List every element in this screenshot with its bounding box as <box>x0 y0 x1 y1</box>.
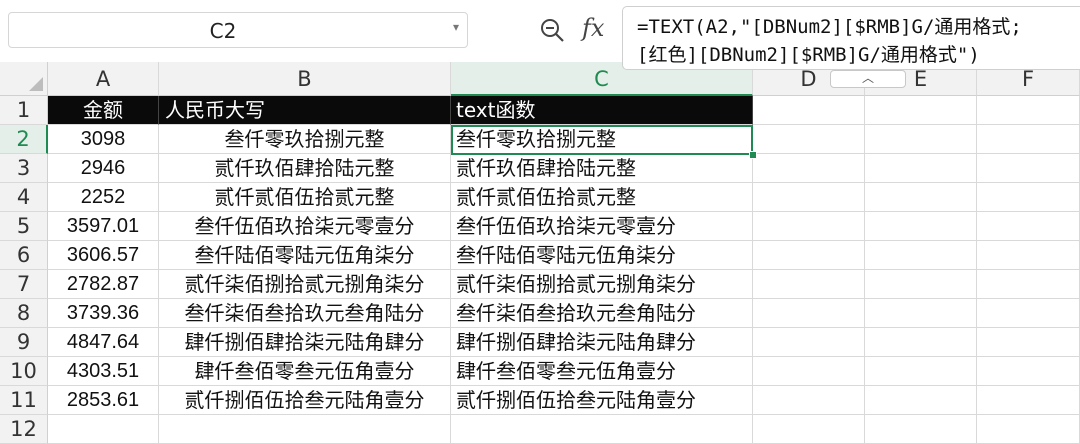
cell-E9[interactable] <box>865 328 977 357</box>
row-header-1[interactable]: 1 <box>0 96 48 125</box>
cell-A2[interactable]: 3098 <box>48 125 159 154</box>
cell-A4[interactable]: 2252 <box>48 183 159 212</box>
cell-E12[interactable] <box>865 415 977 444</box>
zoom-formula-icon[interactable] <box>538 16 568 46</box>
cell-F12[interactable] <box>977 415 1080 444</box>
cell-C3[interactable]: 贰仟玖佰肆拾陆元整 <box>451 154 753 183</box>
cell-B12[interactable] <box>159 415 451 444</box>
name-box-value: C2 <box>209 19 237 43</box>
cell-F8[interactable] <box>977 299 1080 328</box>
fx-icon[interactable]: fx <box>582 14 604 42</box>
cell-A6[interactable]: 3606.57 <box>48 241 159 270</box>
cell-E3[interactable] <box>865 154 977 183</box>
cell-F4[interactable] <box>977 183 1080 212</box>
cell-F1[interactable] <box>977 96 1080 125</box>
chevron-up-icon: ︿ <box>861 71 874 85</box>
cell-A8[interactable]: 3739.36 <box>48 299 159 328</box>
row-header-8[interactable]: 8 <box>0 299 48 328</box>
cell-B10[interactable]: 肆仟叁佰零叁元伍角壹分 <box>159 357 451 386</box>
cell-E8[interactable] <box>865 299 977 328</box>
formula-line-2: [红色][DBNum2][$RMB]G/通用格式") <box>637 44 980 66</box>
cell-C6[interactable]: 叁仟陆佰零陆元伍角柒分 <box>451 241 753 270</box>
row-header-12[interactable]: 12 <box>0 415 48 444</box>
cell-D7[interactable] <box>753 270 865 299</box>
formula-line-1: =TEXT(A2,"[DBNum2][$RMB]G/通用格式; <box>637 16 1022 38</box>
cell-B4[interactable]: 贰仟贰佰伍拾贰元整 <box>159 183 451 212</box>
cell-C4[interactable]: 贰仟贰佰伍拾贰元整 <box>451 183 753 212</box>
cell-A10[interactable]: 4303.51 <box>48 357 159 386</box>
fill-handle[interactable] <box>749 151 757 159</box>
row-header-7[interactable]: 7 <box>0 270 48 299</box>
cell-B6[interactable]: 叁仟陆佰零陆元伍角柒分 <box>159 241 451 270</box>
cell-D10[interactable] <box>753 357 865 386</box>
cell-A7[interactable]: 2782.87 <box>48 270 159 299</box>
row-header-11[interactable]: 11 <box>0 386 48 415</box>
row-header-9[interactable]: 9 <box>0 328 48 357</box>
column-header-a[interactable]: A <box>48 62 159 96</box>
cell-B2[interactable]: 叁仟零玖拾捌元整 <box>159 125 451 154</box>
cell-E6[interactable] <box>865 241 977 270</box>
cell-E7[interactable] <box>865 270 977 299</box>
cell-F5[interactable] <box>977 212 1080 241</box>
cell-E4[interactable] <box>865 183 977 212</box>
cell-D3[interactable] <box>753 154 865 183</box>
cell-E2[interactable] <box>865 125 977 154</box>
cell-A12[interactable] <box>48 415 159 444</box>
cell-D5[interactable] <box>753 212 865 241</box>
cell-D12[interactable] <box>753 415 865 444</box>
cell-C12[interactable] <box>451 415 753 444</box>
cell-F3[interactable] <box>977 154 1080 183</box>
cell-D8[interactable] <box>753 299 865 328</box>
cell-B5[interactable]: 叁仟伍佰玖拾柒元零壹分 <box>159 212 451 241</box>
cell-D11[interactable] <box>753 386 865 415</box>
row-header-4[interactable]: 4 <box>0 183 48 212</box>
cell-B3[interactable]: 贰仟玖佰肆拾陆元整 <box>159 154 451 183</box>
cell-C5[interactable]: 叁仟伍佰玖拾柒元零壹分 <box>451 212 753 241</box>
cell-D2[interactable] <box>753 125 865 154</box>
cell-F11[interactable] <box>977 386 1080 415</box>
cell-C7[interactable]: 贰仟柒佰捌拾贰元捌角柒分 <box>451 270 753 299</box>
cell-E5[interactable] <box>865 212 977 241</box>
cell-D9[interactable] <box>753 328 865 357</box>
row-header-5[interactable]: 5 <box>0 212 48 241</box>
row-header-10[interactable]: 10 <box>0 357 48 386</box>
cell-D6[interactable] <box>753 241 865 270</box>
cell-E11[interactable] <box>865 386 977 415</box>
cell-E10[interactable] <box>865 357 977 386</box>
row-header-6[interactable]: 6 <box>0 241 48 270</box>
row-header-3[interactable]: 3 <box>0 154 48 183</box>
cell-A3[interactable]: 2946 <box>48 154 159 183</box>
cell-E1[interactable] <box>865 96 977 125</box>
cell-C9[interactable]: 肆仟捌佰肆拾柒元陆角肆分 <box>451 328 753 357</box>
chevron-down-icon[interactable]: ▾ <box>453 20 459 34</box>
cell-D1[interactable] <box>753 96 865 125</box>
cell-A5[interactable]: 3597.01 <box>48 212 159 241</box>
cell-B1[interactable]: 人民币大写 <box>159 96 451 125</box>
cell-B11[interactable]: 贰仟捌佰伍拾叁元陆角壹分 <box>159 386 451 415</box>
cell-F6[interactable] <box>977 241 1080 270</box>
cell-B8[interactable]: 叁仟柒佰叁拾玖元叁角陆分 <box>159 299 451 328</box>
cell-C11[interactable]: 贰仟捌佰伍拾叁元陆角壹分 <box>451 386 753 415</box>
cell-F7[interactable] <box>977 270 1080 299</box>
cell-A1[interactable]: 金额 <box>48 96 159 125</box>
cell-A11[interactable]: 2853.61 <box>48 386 159 415</box>
select-all-corner[interactable] <box>0 62 48 96</box>
cell-C1[interactable]: text函数 <box>451 96 753 125</box>
select-all-triangle-icon <box>29 77 43 91</box>
formula-input[interactable]: =TEXT(A2,"[DBNum2][$RMB]G/通用格式; [红色][DBN… <box>622 6 1080 70</box>
cell-F9[interactable] <box>977 328 1080 357</box>
row-header-2[interactable]: 2 <box>0 125 48 154</box>
column-header-b[interactable]: B <box>159 62 451 96</box>
cell-C8[interactable]: 叁仟柒佰叁拾玖元叁角陆分 <box>451 299 753 328</box>
cell-F10[interactable] <box>977 357 1080 386</box>
name-box[interactable]: C2 ▾ <box>8 12 468 48</box>
collapse-formula-button[interactable]: ︿ <box>830 70 906 88</box>
cell-F2[interactable] <box>977 125 1080 154</box>
cell-A9[interactable]: 4847.64 <box>48 328 159 357</box>
cell-D4[interactable] <box>753 183 865 212</box>
cell-C10[interactable]: 肆仟叁佰零叁元伍角壹分 <box>451 357 753 386</box>
cell-B9[interactable]: 肆仟捌佰肆拾柒元陆角肆分 <box>159 328 451 357</box>
active-cell-outline <box>451 125 753 155</box>
cell-B7[interactable]: 贰仟柒佰捌拾贰元捌角柒分 <box>159 270 451 299</box>
